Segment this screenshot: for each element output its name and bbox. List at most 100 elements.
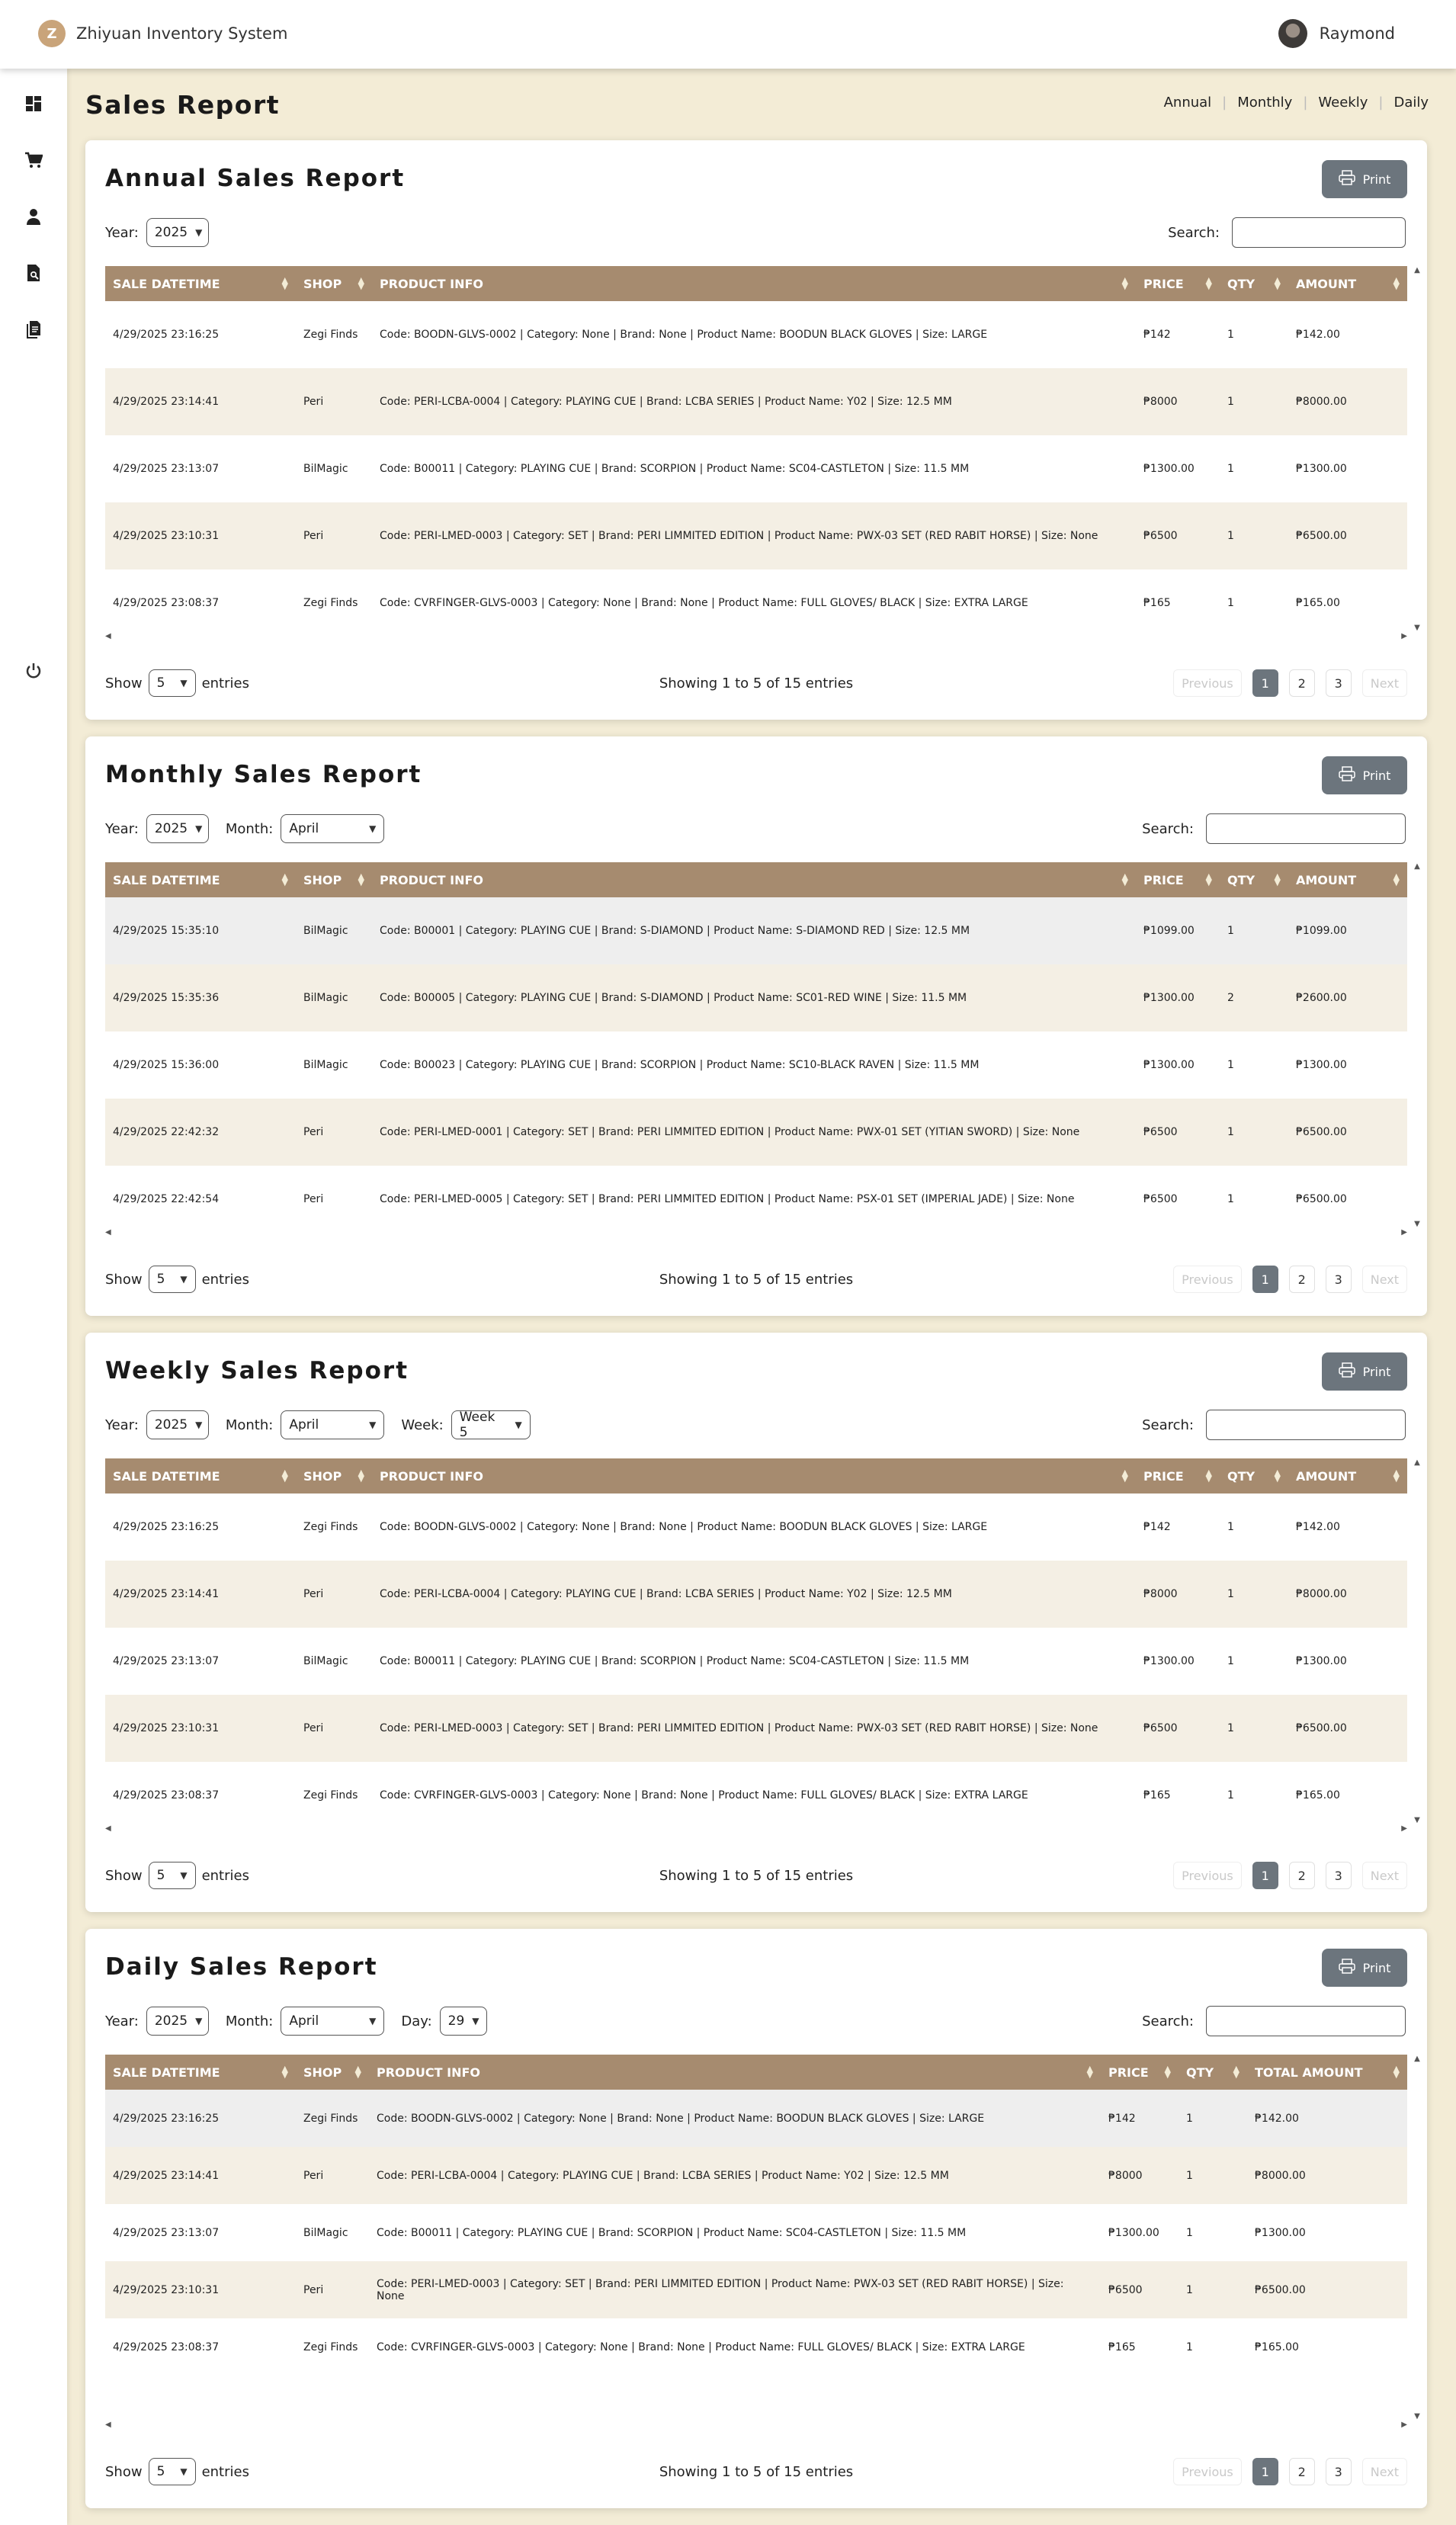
sort-icon[interactable]: ▲ ▼ [1206,872,1212,887]
table-horizontal-scrollbar[interactable]: ◀ ▶ [105,2421,1407,2431]
brand[interactable]: Z Zhiyuan Inventory System [38,20,287,47]
nav-annual[interactable]: Annual [1164,95,1212,111]
table-horizontal-scrollbar[interactable]: ◀ ▶ [105,1228,1407,1239]
table-row[interactable]: 4/29/2025 23:16:25 Zegi Finds Code: BOODN-… [105,2090,1407,2147]
year-select[interactable]: 2025 ▼ [146,2007,209,2036]
month-select[interactable]: April ▼ [281,814,385,843]
page-length-select[interactable]: 5 ▼ [148,1862,196,1889]
table-row[interactable]: 4/29/2025 23:14:41 Peri Code: PERI-LCBA-00… [105,2147,1407,2204]
print-button[interactable]: Print [1322,756,1407,794]
page-length-select[interactable]: 5 ▼ [148,2458,196,2485]
sort-icon[interactable]: ▲ ▼ [1122,276,1128,290]
nav-weekly[interactable]: Weekly [1318,95,1368,111]
report-search-icon[interactable] [23,262,44,284]
column-header-datetime[interactable]: SALE DATETIME ▲ ▼ [105,2055,296,2090]
table-row[interactable]: 4/29/2025 15:35:10 BilMagic Code: B00001 |… [105,897,1407,964]
column-header-product[interactable]: PRODUCT INFO ▲ ▼ [369,2055,1101,2090]
page-button-2[interactable]: 2 [1288,1862,1315,1889]
sort-icon[interactable]: ▲ ▼ [282,276,288,290]
year-select[interactable]: 2025 ▼ [146,814,209,843]
table-horizontal-scrollbar[interactable]: ◀ ▶ [105,1824,1407,1835]
sort-icon[interactable]: ▲ ▼ [282,872,288,887]
sort-icon[interactable]: ▲ ▼ [1275,276,1281,290]
nav-monthly[interactable]: Monthly [1237,95,1292,111]
sort-icon[interactable]: ▲ ▼ [1393,276,1400,290]
sort-icon[interactable]: ▲ ▼ [355,2065,361,2079]
print-button[interactable]: Print [1322,1949,1407,1987]
column-header-total_amount[interactable]: TOTAL AMOUNT ▲ ▼ [1247,2055,1407,2090]
page-button-1[interactable]: 1 [1252,1266,1278,1293]
page-button-3[interactable]: 3 [1325,1266,1352,1293]
table-row[interactable]: 4/29/2025 23:08:37 Zegi Finds Code: CVRFIN… [105,569,1407,637]
column-header-shop[interactable]: SHOP ▲ ▼ [296,1458,372,1494]
table-row[interactable]: 4/29/2025 23:08:37 Zegi Finds Code: CVRFIN… [105,2318,1407,2376]
column-header-qty[interactable]: QTY ▲ ▼ [1220,266,1288,301]
column-header-shop[interactable]: SHOP ▲ ▼ [296,2055,369,2090]
table-row[interactable]: 4/29/2025 15:36:00 BilMagic Code: B00023 |… [105,1031,1407,1099]
column-header-product[interactable]: PRODUCT INFO ▲ ▼ [372,862,1136,897]
sort-icon[interactable]: ▲ ▼ [1206,276,1212,290]
table-horizontal-scrollbar[interactable]: ◀ ▶ [105,632,1407,643]
table-row[interactable]: 4/29/2025 23:14:41 Peri Code: PERI-LCBA-00… [105,1561,1407,1628]
column-header-price[interactable]: PRICE ▲ ▼ [1136,266,1220,301]
page-button-1[interactable]: 1 [1252,1862,1278,1889]
column-header-product[interactable]: PRODUCT INFO ▲ ▼ [372,266,1136,301]
year-select[interactable]: 2025 ▼ [146,218,209,247]
table-vertical-scrollbar[interactable]: ▲ ▼ [1413,266,1421,632]
logout-icon[interactable] [23,660,44,682]
next-button[interactable]: Next [1361,2458,1407,2485]
previous-button[interactable]: Previous [1173,1862,1242,1889]
column-header-datetime[interactable]: SALE DATETIME ▲ ▼ [105,862,296,897]
column-header-datetime[interactable]: SALE DATETIME ▲ ▼ [105,1458,296,1494]
dashboard-icon[interactable] [23,93,44,114]
column-header-amount[interactable]: AMOUNT ▲ ▼ [1288,1458,1407,1494]
previous-button[interactable]: Previous [1173,669,1242,697]
sort-icon[interactable]: ▲ ▼ [1393,872,1400,887]
sort-icon[interactable]: ▲ ▼ [1393,1468,1400,1483]
sort-icon[interactable]: ▲ ▼ [1087,2065,1093,2079]
sort-icon[interactable]: ▲ ▼ [1122,872,1128,887]
search-input[interactable] [1206,2006,1406,2036]
table-row[interactable]: 4/29/2025 22:42:54 Peri Code: PERI-LMED-00… [105,1166,1407,1233]
table-row[interactable]: 4/29/2025 23:14:41 Peri Code: PERI-LCBA-00… [105,368,1407,435]
day-select[interactable]: 29 ▼ [439,2007,487,2036]
table-vertical-scrollbar[interactable]: ▲ ▼ [1413,862,1421,1228]
table-row[interactable]: 4/29/2025 22:42:32 Peri Code: PERI-LMED-00… [105,1099,1407,1166]
sort-icon[interactable]: ▲ ▼ [1206,1468,1212,1483]
sort-icon[interactable]: ▲ ▼ [358,872,364,887]
table-row[interactable]: 4/29/2025 15:35:36 BilMagic Code: B00005 |… [105,964,1407,1031]
table-vertical-scrollbar[interactable]: ▲ ▼ [1413,2055,1421,2421]
search-input[interactable] [1206,813,1406,844]
table-row[interactable]: 4/29/2025 23:13:07 BilMagic Code: B00011 |… [105,1628,1407,1695]
page-button-3[interactable]: 3 [1325,669,1352,697]
week-select[interactable]: Week 5 ▼ [451,1410,531,1440]
sort-icon[interactable]: ▲ ▼ [1275,872,1281,887]
next-button[interactable]: Next [1361,669,1407,697]
page-button-2[interactable]: 2 [1288,1266,1315,1293]
column-header-shop[interactable]: SHOP ▲ ▼ [296,266,372,301]
print-button[interactable]: Print [1322,160,1407,198]
page-button-2[interactable]: 2 [1288,669,1315,697]
column-header-price[interactable]: PRICE ▲ ▼ [1136,862,1220,897]
column-header-qty[interactable]: QTY ▲ ▼ [1179,2055,1247,2090]
sort-icon[interactable]: ▲ ▼ [358,1468,364,1483]
sort-icon[interactable]: ▲ ▼ [1393,2065,1400,2079]
page-button-1[interactable]: 1 [1252,2458,1278,2485]
next-button[interactable]: Next [1361,1862,1407,1889]
search-input[interactable] [1206,1410,1406,1440]
page-button-1[interactable]: 1 [1252,669,1278,697]
sort-icon[interactable]: ▲ ▼ [1122,1468,1128,1483]
page-button-3[interactable]: 3 [1325,1862,1352,1889]
table-row[interactable]: 4/29/2025 23:10:31 Peri Code: PERI-LMED-00… [105,1695,1407,1762]
column-header-amount[interactable]: AMOUNT ▲ ▼ [1288,266,1407,301]
nav-daily[interactable]: Daily [1393,95,1429,111]
table-row[interactable]: 4/29/2025 23:16:25 Zegi Finds Code: BOODN-… [105,1494,1407,1561]
column-header-product[interactable]: PRODUCT INFO ▲ ▼ [372,1458,1136,1494]
column-header-price[interactable]: PRICE ▲ ▼ [1136,1458,1220,1494]
sort-icon[interactable]: ▲ ▼ [282,2065,288,2079]
column-header-amount[interactable]: AMOUNT ▲ ▼ [1288,862,1407,897]
column-header-qty[interactable]: QTY ▲ ▼ [1220,862,1288,897]
page-length-select[interactable]: 5 ▼ [148,669,196,697]
page-button-2[interactable]: 2 [1288,2458,1315,2485]
previous-button[interactable]: Previous [1173,2458,1242,2485]
